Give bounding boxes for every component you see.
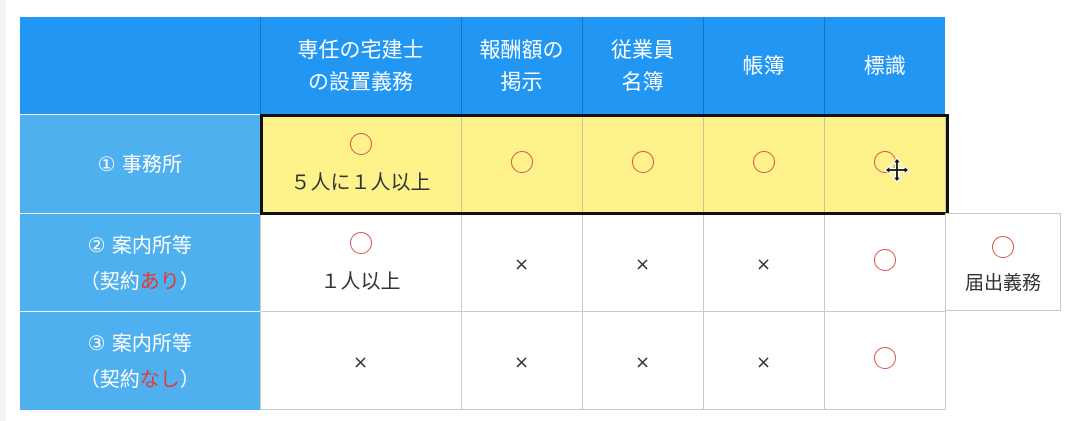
circle-mark-icon	[349, 133, 372, 155]
header-corner	[20, 17, 261, 115]
cross-mark: ×	[755, 253, 772, 275]
table-cell: ×	[460, 311, 583, 410]
table-cell: ×	[581, 213, 704, 312]
table-cell: ×	[702, 213, 825, 312]
cross-mark: ×	[634, 253, 651, 275]
cell-note: １人以上	[320, 268, 401, 293]
header-cell: 専任の宅建士 の設置義務	[260, 17, 462, 115]
comparison-table: 専任の宅建士 の設置義務 報酬額の 掲示 従業員 名簿 帳簿 標識 ① 事務所 …	[20, 17, 946, 410]
circle-mark-icon	[631, 150, 654, 173]
cross-mark: ×	[513, 351, 530, 373]
header-cell: 帳簿	[703, 17, 825, 115]
row-label: ① 事務所	[20, 114, 260, 214]
circle-mark-icon	[752, 150, 775, 173]
table-cell: ×	[259, 311, 462, 410]
circle-mark-icon	[992, 236, 1014, 258]
move-cursor-icon	[884, 157, 910, 183]
circle-mark-icon	[349, 231, 372, 254]
cross-mark: ×	[513, 253, 530, 275]
table-cell	[581, 114, 704, 214]
table-cell: ×	[581, 311, 704, 410]
table-cell	[823, 213, 946, 312]
extra-cell: 届出義務	[945, 213, 1061, 311]
cross-mark: ×	[755, 351, 772, 373]
header-cell: 標識	[824, 17, 945, 115]
circle-mark-icon	[510, 150, 533, 173]
cross-mark: ×	[352, 351, 369, 373]
table-cell: ×	[460, 213, 583, 312]
cell-note: 届出義務	[964, 272, 1041, 294]
table-row: ② 案内所等 （契約あり） １人以上 × × ×	[20, 213, 946, 312]
table-cell: ５人に１人以上	[259, 114, 462, 214]
circle-mark-icon	[873, 347, 896, 369]
circle-mark-icon	[873, 249, 896, 271]
table-cell	[823, 311, 946, 410]
table-row: ① 事務所 ５人に１人以上	[20, 114, 946, 214]
row-label: ③ 案内所等 （契約なし）	[20, 311, 260, 410]
row-label: ② 案内所等 （契約あり）	[20, 213, 260, 312]
header-cell: 従業員 名簿	[582, 17, 704, 115]
table-cell	[460, 114, 583, 214]
table-cell: ×	[702, 311, 825, 410]
header-cell: 報酬額の 掲示	[461, 17, 583, 115]
cell-note: ５人に１人以上	[290, 170, 431, 194]
cross-mark: ×	[634, 351, 651, 373]
table-cell	[702, 114, 825, 214]
header-row: 専任の宅建士 の設置義務 報酬額の 掲示 従業員 名簿 帳簿 標識	[20, 17, 945, 115]
table-row: ③ 案内所等 （契約なし） × × × ×	[20, 311, 946, 410]
table-cell: １人以上	[259, 213, 462, 312]
